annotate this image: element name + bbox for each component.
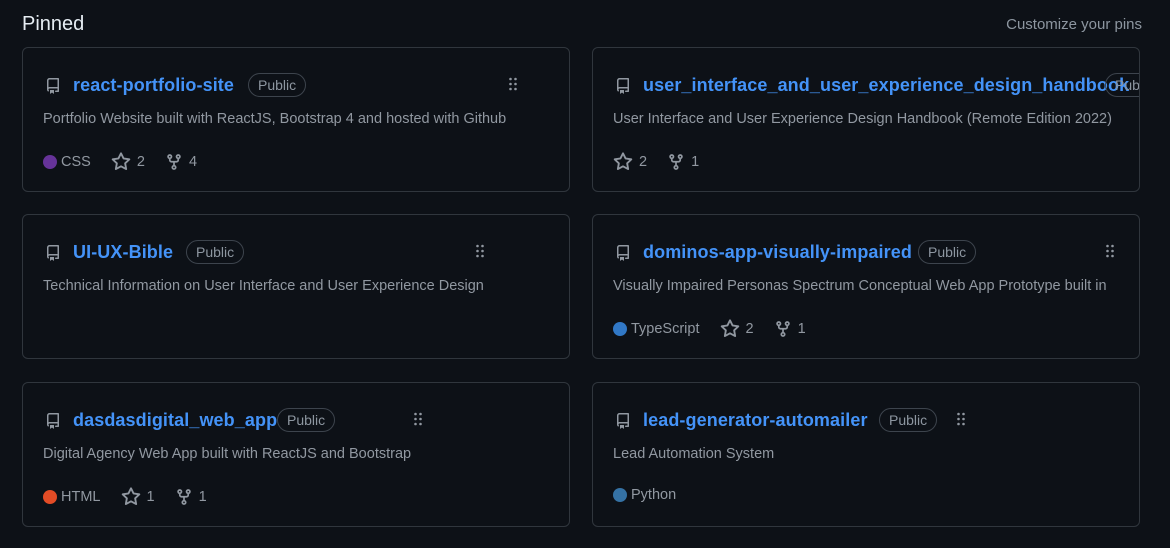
repo-name-link[interactable]: react-portfolio-site (73, 75, 234, 96)
visibility-badge: Public (1105, 73, 1139, 97)
visibility-badge: Public (186, 240, 245, 264)
visibility-badge: Public (879, 408, 938, 432)
pinned-repo-card: react-portfolio-site Public Portfolio We… (22, 47, 570, 192)
language-color-dot (613, 488, 627, 503)
repo-name-link[interactable]: dasdasdigital_web_app (73, 410, 277, 431)
star-icon (720, 319, 739, 338)
drag-handle-icon[interactable] (413, 411, 423, 427)
language-color-dot (43, 155, 57, 169)
pinned-repo-card: lead-generator-automailer Public Lead Au… (592, 382, 1140, 527)
stars-link[interactable]: 2 (613, 152, 647, 172)
stars-link[interactable]: 2 (720, 319, 754, 339)
repo-name-link[interactable]: UI-UX-Bible (73, 242, 173, 263)
stars-link[interactable]: 1 (121, 487, 155, 507)
repo-meta: TypeScript 2 1 (613, 319, 822, 339)
drag-handle-icon[interactable] (1105, 243, 1115, 259)
repo-description: Lead Automation System (613, 446, 775, 462)
repo-language: CSS (43, 154, 91, 170)
star-icon (121, 487, 140, 506)
forks-link[interactable]: 1 (175, 488, 207, 506)
language-color-dot (613, 322, 627, 336)
pinned-repo-card: UI-UX-Bible Public Technical Information… (22, 214, 570, 359)
forks-link[interactable]: 1 (667, 153, 699, 171)
repo-icon (617, 245, 629, 261)
repo-icon (47, 78, 59, 94)
forks-link[interactable]: 1 (774, 320, 806, 338)
language-color-dot (43, 490, 57, 504)
drag-handle-icon[interactable] (508, 76, 518, 92)
repo-language: HTML (43, 489, 100, 505)
forks-link[interactable]: 4 (165, 153, 197, 171)
star-icon (111, 152, 131, 171)
visibility-badge: Public (918, 240, 977, 264)
repo-icon (617, 413, 629, 429)
repo-icon (47, 413, 59, 429)
visibility-badge: Public (277, 408, 336, 432)
star-icon (613, 152, 633, 171)
repo-meta: HTML 1 1 (43, 487, 223, 507)
visibility-badge: Public (248, 73, 307, 97)
pinned-repo-card: dominos-app-visually-impaired Public Vis… (592, 214, 1140, 359)
pinned-header: Pinned Customize your pins (22, 10, 1142, 40)
repo-name-link[interactable]: user_interface_and_user_experience_desig… (643, 75, 1129, 96)
repo-language: TypeScript (613, 321, 700, 337)
repo-name-link[interactable]: dominos-app-visually-impaired (643, 242, 912, 263)
repo-description: Portfolio Website built with ReactJS, Bo… (43, 111, 507, 127)
stars-link[interactable]: 2 (111, 152, 145, 172)
pinned-repo-card: user_interface_and_user_experience_desig… (592, 47, 1140, 192)
repo-description: Technical Information on User Interface … (43, 278, 484, 294)
drag-handle-icon[interactable] (475, 243, 485, 259)
fork-icon (176, 489, 191, 505)
repo-language: Python (613, 487, 676, 503)
repo-meta: 2 1 (613, 152, 715, 172)
repo-meta: Python (613, 487, 692, 507)
repo-description: Visually Impaired Personas Spectrum Conc… (613, 278, 1107, 294)
pinned-repo-card: dasdasdigital_web_app Public Digital Age… (22, 382, 570, 527)
drag-handle-icon[interactable] (956, 411, 966, 427)
repo-meta: CSS 2 4 (43, 152, 213, 172)
repo-description: User Interface and User Experience Desig… (613, 111, 1112, 127)
repo-icon (617, 78, 629, 94)
repo-name-link[interactable]: lead-generator-automailer (643, 410, 868, 431)
pinned-title: Pinned (22, 13, 85, 35)
fork-icon (167, 154, 181, 170)
fork-icon (669, 154, 683, 170)
fork-icon (775, 321, 790, 337)
repo-description: Digital Agency Web App built with ReactJ… (43, 446, 412, 462)
customize-pins-link[interactable]: Customize your pins (1006, 16, 1142, 33)
repo-icon (47, 245, 59, 261)
